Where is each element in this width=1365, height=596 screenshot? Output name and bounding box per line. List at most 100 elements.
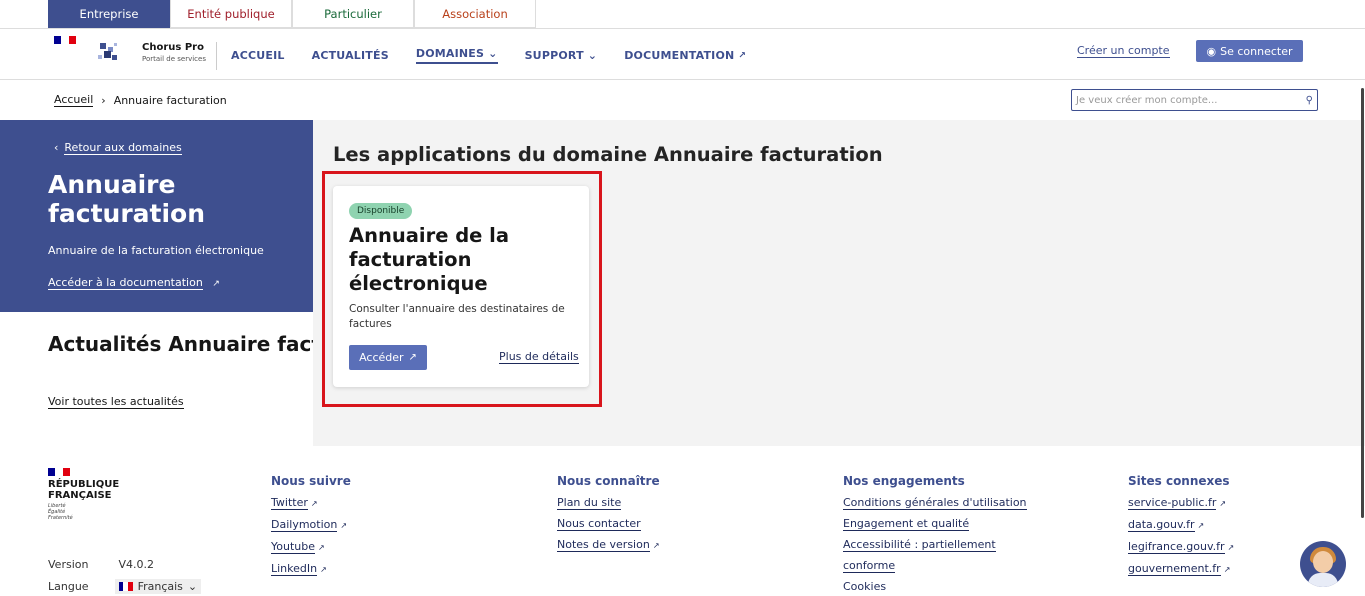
login-label: Se connecter	[1220, 44, 1293, 58]
brand-subtitle: Portail de services	[142, 55, 206, 63]
search-icon[interactable]: ⚲	[1306, 95, 1313, 106]
footer-link-linkedin[interactable]: LinkedIn ↗	[271, 562, 351, 577]
nav-label: ACTUALITÉS	[311, 49, 389, 62]
footer-link-gouvernement[interactable]: gouvernement.fr ↗	[1128, 562, 1234, 577]
search-placeholder: Je veux créer mon compte...	[1076, 94, 1218, 106]
tab-entreprise[interactable]: Entreprise	[48, 0, 170, 28]
french-flag-icon	[118, 582, 133, 591]
nav-documentation[interactable]: DOCUMENTATION ↗	[624, 47, 746, 64]
footer-col-nous-connaitre: Nous connaître Plan du site Nous contact…	[557, 474, 660, 560]
access-button[interactable]: Accéder ↗	[349, 345, 427, 370]
version-value: V4.0.2	[118, 558, 154, 571]
scrollbar[interactable]	[1361, 88, 1364, 518]
chevron-down-icon: ⌄	[187, 580, 198, 593]
footer-logo[interactable]: RÉPUBLIQUE FRANÇAISE Liberté Égalité Frater…	[48, 468, 119, 521]
brand-name: Chorus Pro	[142, 42, 204, 53]
link-label: legifrance.gouv.fr	[1128, 540, 1225, 554]
footer-link-youtube[interactable]: Youtube ↗	[271, 540, 351, 555]
footer-link-data-gouv[interactable]: data.gouv.fr ↗	[1128, 518, 1234, 533]
search-input[interactable]: Je veux créer mon compte... ⚲	[1071, 89, 1318, 111]
tab-entite-publique[interactable]: Entité publique	[170, 0, 292, 28]
site-footer: RÉPUBLIQUE FRANÇAISE Liberté Égalité Frater…	[0, 446, 1365, 596]
external-link-icon: ↗	[1223, 565, 1231, 574]
chorus-pro-logo-icon	[96, 41, 120, 65]
footer-link-legifrance[interactable]: legifrance.gouv.fr ↗	[1128, 540, 1234, 555]
card-title: Annuaire de la facturation électronique	[349, 224, 510, 295]
link-label: Plan du site	[557, 496, 622, 510]
footer-link-notes-de-version[interactable]: Notes de version ↗	[557, 538, 660, 553]
nav-accueil[interactable]: ACCUEIL	[231, 47, 285, 64]
brand[interactable]: Chorus Pro Portail de services	[132, 42, 217, 70]
section-title: Les applications du domaine Annuaire fac…	[333, 143, 883, 166]
tab-particulier[interactable]: Particulier	[292, 0, 414, 28]
footer-col-title: Nos engagements	[843, 474, 965, 488]
language-info: Langue Français ⌄	[48, 579, 202, 594]
footer-link-conforme[interactable]: conforme	[843, 559, 1027, 573]
footer-link-engagement-qualite[interactable]: Engagement et qualité	[843, 517, 1027, 531]
nav-label: DOMAINES	[415, 47, 485, 60]
link-label: LinkedIn	[271, 562, 318, 576]
external-link-icon: ↗	[652, 541, 660, 550]
external-link-icon: ↗	[310, 499, 318, 508]
domain-title: Annuaire facturation	[48, 170, 206, 228]
link-label: Notes de version	[557, 538, 650, 552]
back-label: Retour aux domaines	[64, 141, 182, 155]
link-label: gouvernement.fr	[1128, 562, 1221, 576]
republique-motto: Liberté Égalité Fraternité	[48, 503, 73, 521]
status-badge: Disponible	[349, 203, 413, 219]
main-nav: ACCUEIL ACTUALITÉS DOMAINES ⌄ SUPPORT ⌄ DO…	[231, 47, 773, 64]
footer-col-title: Sites connexes	[1128, 474, 1230, 488]
link-label: Nous contacter	[557, 517, 641, 531]
avatar-body	[1308, 573, 1338, 587]
nav-support[interactable]: SUPPORT ⌄	[525, 47, 598, 64]
external-link-icon: ↗	[1197, 521, 1205, 530]
link-label: Dailymotion	[271, 518, 338, 532]
version-info: Version V4.0.2	[48, 558, 154, 571]
link-label: service-public.fr	[1128, 496, 1217, 510]
language-select[interactable]: Français ⌄	[114, 579, 202, 594]
create-account-link[interactable]: Créer un compte	[1077, 44, 1170, 58]
footer-link-service-public[interactable]: service-public.fr ↗	[1128, 496, 1234, 511]
external-link-icon: ↗	[738, 50, 747, 61]
link-label: data.gouv.fr	[1128, 518, 1195, 532]
footer-link-accessibilite[interactable]: Accessibilité : partiellement	[843, 538, 1027, 552]
audience-tabs: Entreprise Entité publique Particulier A…	[48, 0, 536, 28]
chevron-left-icon: ‹	[54, 141, 59, 154]
documentation-link[interactable]: Accéder à la documentation ↗	[48, 276, 220, 290]
footer-link-nous-contacter[interactable]: Nous contacter	[557, 517, 660, 531]
breadcrumb-current: Annuaire facturation	[113, 93, 227, 107]
external-link-icon: ↗	[320, 565, 327, 574]
user-icon: ◉	[1206, 44, 1217, 58]
site-header: Chorus Pro Portail de services ACCUEIL A…	[0, 28, 1365, 80]
avatar-face	[1313, 551, 1333, 573]
footer-link-dailymotion[interactable]: Dailymotion ↗	[271, 518, 351, 533]
all-news-link[interactable]: Voir toutes les actualités	[48, 395, 184, 409]
details-link[interactable]: Plus de détails	[499, 350, 579, 364]
footer-col-title: Nous connaître	[557, 474, 660, 488]
back-to-domains-link[interactable]: ‹ Retour aux domaines	[54, 141, 182, 155]
application-card: Disponible Annuaire de la facturation él…	[333, 186, 589, 387]
footer-col-title: Nous suivre	[271, 474, 351, 488]
link-label: Cookies	[843, 580, 887, 593]
nav-domaines[interactable]: DOMAINES ⌄	[415, 47, 498, 64]
access-label: Accéder	[359, 351, 404, 364]
chevron-down-icon: ⌄	[587, 49, 598, 62]
link-label: Accessibilité : partiellement	[843, 538, 996, 552]
domain-description: Annuaire de la facturation électronique	[48, 244, 264, 257]
version-label: Version	[48, 558, 89, 571]
chat-assistant-avatar[interactable]	[1300, 541, 1346, 587]
footer-link-cookies[interactable]: Cookies	[843, 580, 1027, 594]
footer-link-twitter[interactable]: Twitter ↗	[271, 496, 351, 511]
footer-link-plan-du-site[interactable]: Plan du site	[557, 496, 660, 510]
nav-actualites[interactable]: ACTUALITÉS	[312, 47, 389, 64]
flag-icon	[48, 468, 70, 476]
language-value: Français	[137, 580, 183, 593]
breadcrumb-home[interactable]: Accueil	[54, 93, 94, 107]
footer-link-cgu[interactable]: Conditions générales d'utilisation	[843, 496, 1027, 510]
external-link-icon: ↗	[340, 521, 348, 530]
tab-association[interactable]: Association	[414, 0, 536, 28]
login-button[interactable]: ◉ Se connecter	[1196, 40, 1303, 62]
external-link-icon: ↗	[318, 543, 325, 552]
applications-section: Les applications du domaine Annuaire fac…	[313, 120, 1365, 446]
republique-francaise-logo[interactable]	[54, 36, 90, 44]
